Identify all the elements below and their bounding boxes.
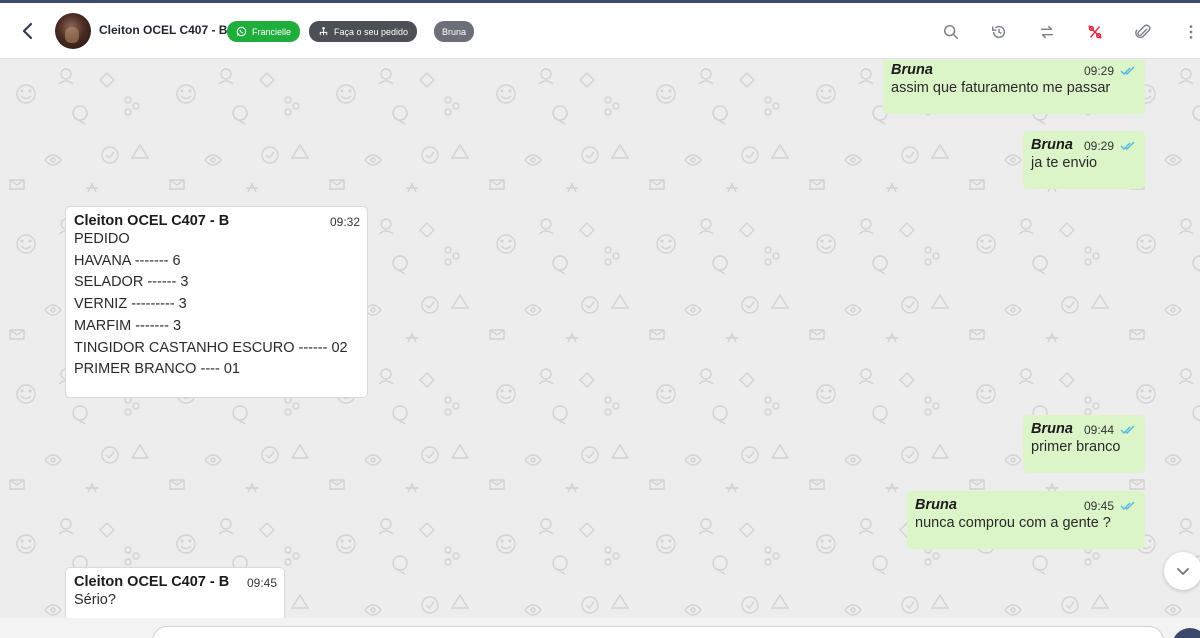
message-text: PEDIDO (74, 231, 130, 247)
message-text: TINGIDOR CASTANHO ESCURO ------ 02 (74, 339, 348, 356)
flow-icon (319, 27, 328, 36)
message-time: 09:29 (1084, 139, 1115, 153)
message-bubble-incoming[interactable]: Cleiton OCEL C407 - B 09:32 PEDIDO HAVAN… (65, 206, 368, 398)
message-sender: Cleiton OCEL C407 - B (74, 574, 230, 590)
read-ticks-icon (1120, 501, 1135, 510)
avatar[interactable] (55, 13, 91, 49)
chat-area[interactable]: Bruna 09:29 assim que faturamento me pas… (0, 60, 1200, 618)
message-text: Sério? (74, 592, 116, 608)
message-input[interactable] (152, 626, 1164, 638)
message-time: 09:45 (1084, 499, 1115, 513)
message-bubble-outgoing[interactable]: Bruna 09:29 ja te envio (1023, 131, 1145, 189)
message-time: 09:32 (330, 215, 361, 229)
message-time: 09:45 (247, 576, 278, 590)
whatsapp-icon (236, 26, 247, 37)
history-icon[interactable] (988, 21, 1010, 43)
contact-name[interactable]: Cleiton OCEL C407 - B (99, 23, 227, 37)
percent-off-icon[interactable] (1084, 21, 1106, 43)
tag-faca-o-seu-pedido[interactable]: Faça o seu pedido (309, 21, 418, 42)
message-bubble-outgoing[interactable]: Bruna 09:29 assim que faturamento me pas… (883, 60, 1145, 114)
more-vert-icon[interactable] (1180, 21, 1200, 43)
tag-label: Bruna (442, 26, 467, 37)
read-ticks-icon (1120, 141, 1135, 150)
message-text: PRIMER BRANCO ---- 01 (74, 361, 240, 378)
message-text: SELADOR ------ 3 (74, 274, 189, 291)
tag-label: Francielle (252, 26, 292, 37)
scroll-to-bottom-button[interactable] (1164, 552, 1200, 590)
message-text: HAVANA ------- 6 (74, 252, 181, 269)
message-time: 09:44 (1084, 423, 1115, 437)
tag-francielle[interactable]: Francielle (227, 21, 301, 42)
message-sender: Cleiton OCEL C407 - B (74, 213, 230, 229)
chevron-down-icon (1177, 568, 1189, 575)
message-bubble-outgoing[interactable]: Bruna 09:44 primer branco (1023, 415, 1145, 473)
tag-label: Faça o seu pedido (334, 26, 409, 37)
message-bubble-incoming[interactable]: Cleiton OCEL C407 - B 09:45 Sério? (65, 567, 285, 618)
read-ticks-icon (1120, 425, 1135, 434)
back-arrow-icon[interactable] (16, 19, 40, 43)
search-icon[interactable] (940, 21, 962, 43)
read-ticks-icon (1120, 66, 1135, 75)
chat-header: Cleiton OCEL C407 - B Francielle Faça o … (0, 3, 1200, 59)
message-text: primer branco (1031, 439, 1121, 455)
message-text: MARFIM ------- 3 (74, 317, 182, 334)
transfer-icon[interactable] (1036, 21, 1058, 43)
message-text: nunca comprou com a gente ? (915, 515, 1111, 531)
attach-icon[interactable] (1132, 21, 1154, 43)
tag-bruna[interactable]: Bruna (434, 21, 475, 42)
message-text: assim que faturamento me passar (891, 80, 1111, 96)
message-time: 09:29 (1084, 64, 1115, 78)
message-text: ja te envio (1031, 155, 1098, 171)
message-text: VERNIZ --------- 3 (74, 296, 187, 313)
message-bubble-outgoing[interactable]: Bruna 09:45 nunca comprou com a gente ? (907, 491, 1145, 549)
